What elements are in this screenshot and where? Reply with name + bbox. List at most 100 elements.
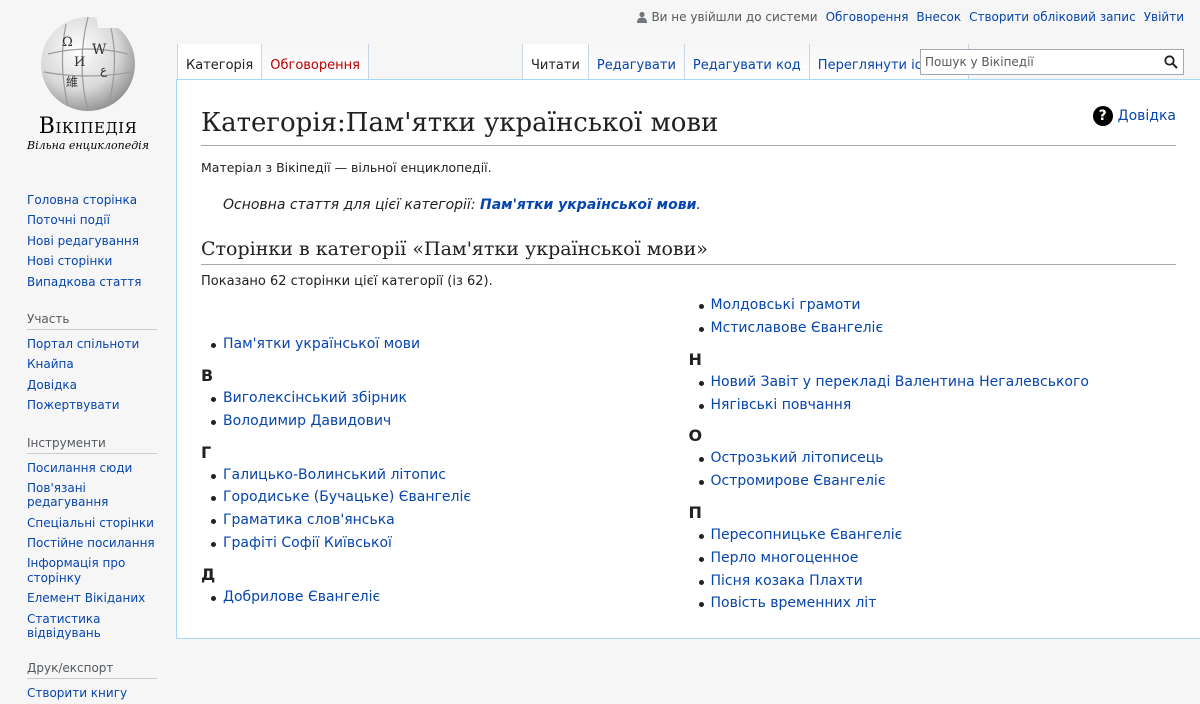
wikipedia-logo[interactable]: Ω W И ع 維 Вікіпедія Вільна енциклопедія — [0, 0, 176, 160]
sidebar-print-heading: Друк/експорт — [27, 661, 157, 680]
hatnote-suffix: . — [696, 197, 701, 214]
category-page-link[interactable]: Перло многоценное — [711, 550, 859, 566]
category-page-link[interactable]: Галицько-Волинський літопис — [223, 467, 446, 483]
category-page-link[interactable]: Добрилове Євангеліє — [223, 589, 380, 605]
sidebar-participate: Участь Портал спільноти Кнайпа Довідка П… — [27, 312, 157, 416]
sidebar-navigation: Головна сторінка Поточні події Нові реда… — [27, 186, 157, 292]
category-page-link[interactable]: Пісня козака Плахти — [711, 573, 863, 589]
sidebar: Головна сторінка Поточні події Нові реда… — [0, 180, 176, 704]
tab-talk[interactable]: Обговорення — [261, 44, 369, 80]
sidebar-item-recent-changes[interactable]: Нові редагування — [27, 234, 139, 248]
svg-text:Ω: Ω — [62, 35, 73, 50]
tab-read[interactable]: Читати — [522, 44, 588, 80]
letter-heading: Д — [201, 564, 216, 584]
tab-edit[interactable]: Редагувати — [587, 44, 684, 80]
list-item: Галицько-Волинський літопис — [211, 464, 689, 487]
sidebar-item-village-pump[interactable]: Кнайпа — [27, 357, 74, 371]
svg-text:И: И — [74, 55, 85, 70]
tab-edit-source[interactable]: Редагувати код — [683, 44, 809, 80]
site-subtitle: Матеріал з Вікіпедії — вільної енциклопе… — [201, 160, 492, 176]
logo-wordmark: Вікіпедія — [38, 114, 138, 139]
sidebar-item-main-page[interactable]: Головна сторінка — [27, 193, 137, 207]
help-link[interactable]: ? Довідка — [1092, 106, 1176, 126]
list-item: Остромирове Євангеліє — [698, 470, 1177, 493]
help-icon: ? — [1092, 106, 1113, 126]
category-page-link[interactable]: Мстиславове Євангеліє — [711, 320, 884, 336]
category-page-link[interactable]: Графіті Софії Київської — [223, 535, 392, 551]
category-column-2: Молдовські грамоти Мстиславове Євангеліє… — [688, 297, 1177, 615]
list-item: Пам'ятки української мови — [211, 333, 689, 356]
personal-contributions-link[interactable]: Внесок — [916, 10, 961, 24]
list-item: Нягівські повчання — [698, 394, 1177, 417]
category-page-link[interactable]: Володимир Давидович — [223, 413, 391, 429]
list-item: Графіті Софії Київської — [211, 532, 689, 555]
search-box — [920, 49, 1184, 75]
hatnote-prefix: Основна стаття для цієї категорії: — [223, 197, 480, 214]
sidebar-item-random-article[interactable]: Випадкова стаття — [27, 275, 142, 289]
sidebar-item-page-views[interactable]: Статистика відвідувань — [27, 612, 101, 640]
user-icon — [637, 11, 648, 23]
sidebar-item-page-info[interactable]: Інформація про сторінку — [27, 556, 125, 584]
create-account-link[interactable]: Створити обліковий запис — [969, 10, 1136, 24]
pages-section-heading: Сторінки в категорії «Пам'ятки українськ… — [201, 238, 1176, 266]
list-item: Володимир Давидович — [211, 410, 689, 433]
category-columns: Пам'ятки української мови В Виголексінсь… — [201, 297, 1177, 615]
category-page-link[interactable]: Молдовські грамоти — [711, 297, 861, 313]
sidebar-item-special-pages[interactable]: Спеціальні сторінки — [27, 516, 154, 530]
list-item: Виголексінський збірник — [211, 387, 689, 410]
sidebar-participate-heading: Участь — [27, 312, 157, 330]
category-page-link[interactable]: Острозький літописець — [711, 450, 884, 466]
namespace-tabs: Категорія Обговорення — [177, 44, 369, 80]
list-item: Пісня козака Плахти — [698, 570, 1177, 593]
tab-talk-label: Обговорення — [270, 58, 360, 73]
category-column-1: Пам'ятки української мови В Виголексінсь… — [201, 301, 689, 615]
category-page-link[interactable]: Пам'ятки української мови — [223, 336, 420, 352]
category-page-link[interactable]: Остромирове Євангеліє — [711, 473, 886, 489]
list-item: Перло многоценное — [698, 547, 1177, 570]
list-item: Молдовські грамоти — [698, 294, 1177, 317]
view-tabs: Читати Редагувати Редагувати код Перегля… — [522, 44, 970, 80]
sidebar-item-help[interactable]: Довідка — [27, 378, 77, 392]
category-page-link[interactable]: Виголексінський збірник — [223, 390, 407, 406]
anonymous-notice: Ви не увійшли до системи — [636, 10, 818, 24]
personal-tools: Ви не увійшли до системи Обговорення Вне… — [636, 10, 1184, 24]
sidebar-item-donate[interactable]: Пожертвувати — [27, 398, 120, 412]
search-icon[interactable] — [1164, 55, 1178, 69]
tab-category-label: Категорія — [186, 58, 254, 73]
list-item: Повість временних літ — [698, 592, 1177, 615]
login-link[interactable]: Увійти — [1144, 10, 1184, 24]
tab-category[interactable]: Категорія — [177, 44, 262, 80]
main-article-hatnote: Основна стаття для цієї категорії: Пам'я… — [201, 197, 1176, 213]
sidebar-item-current-events[interactable]: Поточні події — [27, 213, 110, 227]
list-item: Городиське (Бучацьке) Євангеліє — [211, 486, 689, 509]
tab-edit-source-label: Редагувати код — [692, 58, 801, 73]
anonymous-text: Ви не увійшли до системи — [651, 10, 818, 24]
category-page-link[interactable]: Повість временних літ — [711, 595, 877, 611]
sidebar-tools-heading: Інструменти — [27, 436, 157, 454]
sidebar-item-related-changes[interactable]: Пов'язані редагування — [27, 481, 108, 509]
personal-talk-link[interactable]: Обговорення — [826, 10, 909, 24]
pages-count: Показано 62 сторінки цієї категорії (із … — [201, 274, 493, 290]
puzzle-globe-icon: Ω W И ع 維 — [41, 14, 135, 112]
main-article-link[interactable]: Пам'ятки української мови — [480, 197, 696, 213]
letter-heading: П — [688, 502, 702, 522]
list-item: Острозький літописець — [698, 447, 1177, 470]
page-title: Категорія:Пам'ятки української мови — [201, 80, 1176, 147]
sidebar-item-create-book[interactable]: Створити книгу — [27, 686, 127, 700]
sidebar-item-what-links-here[interactable]: Посилання сюди — [27, 461, 132, 475]
category-page-link[interactable]: Новий Завіт у перекладі Валентина Негале… — [711, 374, 1089, 390]
list-item: Новий Завіт у перекладі Валентина Негале… — [698, 371, 1177, 394]
sidebar-item-community-portal[interactable]: Портал спільноти — [27, 337, 139, 351]
category-page-link[interactable]: Нягівські повчання — [711, 397, 852, 413]
sidebar-item-new-pages[interactable]: Нові сторінки — [27, 254, 112, 268]
tab-read-label: Читати — [531, 58, 580, 73]
sidebar-item-permanent-link[interactable]: Постійне посилання — [27, 536, 155, 550]
list-item: Пересопницьке Євангеліє — [698, 524, 1177, 547]
list-item: Мстиславове Євангеліє — [698, 317, 1177, 340]
category-page-link[interactable]: Городиське (Бучацьке) Євангеліє — [223, 489, 471, 505]
sidebar-item-wikidata-item[interactable]: Елемент Вікіданих — [27, 591, 145, 605]
search-input[interactable] — [921, 55, 1161, 69]
letter-heading: Н — [688, 349, 702, 369]
category-page-link[interactable]: Пересопницьке Євангеліє — [711, 527, 903, 543]
category-page-link[interactable]: Граматика слов'янська — [223, 512, 395, 528]
